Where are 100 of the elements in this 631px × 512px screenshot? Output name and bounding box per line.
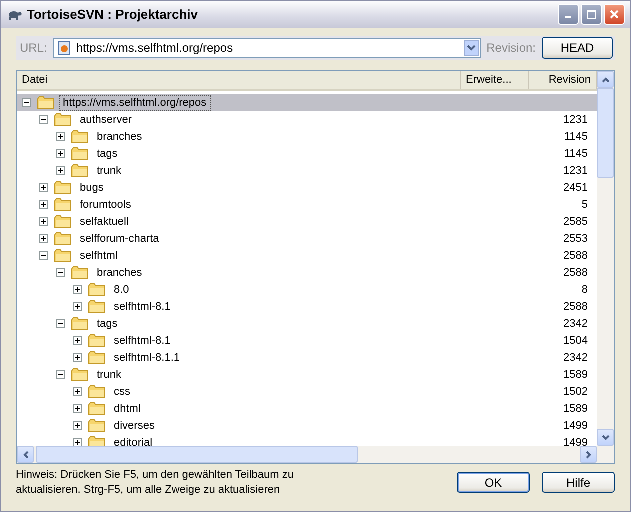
tree-item[interactable]: tags — [94, 146, 121, 160]
tree-item[interactable]: css — [111, 384, 134, 398]
hint-text: Hinweis: Drücken Sie F5, um den gewählten Teilbaum zu aktualisieren. Strg-F5, um alle Zweige zu aktualisieren — [16, 468, 295, 498]
minimize-button[interactable] — [558, 4, 579, 25]
revision-number: 2342 — [562, 352, 589, 364]
tree-item[interactable]: tags — [94, 316, 121, 330]
scroll-right-button[interactable] — [580, 446, 597, 463]
expand-icon[interactable] — [73, 438, 82, 446]
window-title: TortoiseSVN : Projektarchiv — [27, 7, 199, 22]
tree-item[interactable]: editorial — [111, 436, 156, 446]
ok-button[interactable]: OK — [457, 472, 530, 493]
revision-number: 1499 — [562, 436, 589, 446]
folder-icon — [88, 282, 106, 296]
revision-number: 2588 — [562, 300, 589, 312]
revision-number: 2585 — [562, 216, 589, 228]
folder-icon — [88, 300, 106, 314]
tree-item[interactable]: selfhtml-8.1 — [111, 334, 174, 348]
revision-number: 5 — [580, 198, 589, 210]
expand-icon[interactable] — [73, 285, 82, 294]
collapse-icon[interactable] — [56, 319, 65, 328]
scroll-up-button[interactable] — [597, 71, 614, 88]
close-icon — [610, 10, 619, 19]
expand-icon[interactable] — [56, 166, 65, 175]
scroll-down-button[interactable] — [597, 429, 614, 446]
revision-label: Revision: — [486, 41, 536, 55]
horizontal-scrollbar[interactable] — [17, 446, 597, 463]
revision-number: 1231 — [562, 114, 589, 126]
maximize-icon — [587, 10, 596, 19]
turtle-icon — [6, 8, 22, 20]
revision-number: 1231 — [562, 164, 589, 176]
folder-icon — [88, 350, 106, 364]
collapse-icon[interactable] — [56, 268, 65, 277]
url-label: URL: — [20, 41, 48, 55]
tree-item[interactable]: selfaktuell — [77, 214, 132, 228]
expand-icon[interactable] — [39, 217, 48, 226]
folder-icon — [88, 334, 106, 348]
column-header[interactable]: Erweite... — [461, 71, 529, 89]
tree-item[interactable]: authserver — [77, 112, 135, 126]
folder-icon — [54, 180, 72, 194]
tree-item[interactable]: selfhtml-8.1.1 — [111, 350, 184, 364]
expand-icon[interactable] — [73, 387, 82, 396]
expand-icon[interactable] — [73, 353, 82, 362]
folder-icon — [54, 232, 72, 246]
tree-item[interactable]: selfhtml — [77, 248, 121, 262]
expand-icon[interactable] — [73, 302, 82, 311]
folder-icon — [37, 96, 55, 110]
tree-item[interactable]: dhtml — [111, 402, 144, 416]
tree-item[interactable]: https://vms.selfhtml.org/repos — [60, 96, 210, 110]
tree-item[interactable]: trunk — [94, 368, 124, 382]
revision-number: 1499 — [562, 420, 589, 432]
revision-number: 1502 — [562, 386, 589, 398]
folder-icon — [88, 418, 106, 432]
expand-icon[interactable] — [73, 421, 82, 430]
revision-number: 1145 — [563, 148, 589, 160]
folder-icon — [71, 266, 89, 280]
expand-icon[interactable] — [39, 183, 48, 192]
scroll-left-button[interactable] — [17, 446, 34, 463]
revision-number: 1589 — [562, 402, 589, 414]
tree-item[interactable]: selfhtml-8.1 — [111, 300, 174, 314]
expand-icon[interactable] — [39, 234, 48, 243]
head-button[interactable]: HEAD — [542, 37, 613, 59]
collapse-icon[interactable] — [39, 115, 48, 124]
collapse-icon[interactable] — [22, 98, 31, 107]
scroll-thumb[interactable] — [36, 446, 358, 463]
expand-icon[interactable] — [73, 404, 82, 413]
maximize-button[interactable] — [581, 4, 602, 25]
collapse-icon[interactable] — [56, 370, 65, 379]
expand-icon[interactable] — [39, 200, 48, 209]
tree-item[interactable]: selfforum-charta — [77, 232, 162, 246]
folder-icon — [88, 384, 106, 398]
folder-icon — [71, 146, 89, 160]
tree-item[interactable]: trunk — [94, 164, 124, 178]
folder-icon — [88, 436, 106, 446]
help-button[interactable]: Hilfe — [542, 472, 615, 493]
revision-number: 2588 — [562, 266, 589, 278]
column-header[interactable]: Datei — [17, 71, 461, 89]
revision-number: 2553 — [562, 232, 589, 244]
tree-item[interactable]: branches — [94, 130, 146, 144]
revision-number: 2451 — [562, 182, 589, 194]
vertical-scrollbar[interactable] — [597, 71, 614, 463]
expand-icon[interactable] — [73, 336, 82, 345]
collapse-icon[interactable] — [39, 251, 48, 260]
folder-icon — [54, 112, 72, 126]
folder-icon — [71, 368, 89, 382]
expand-icon[interactable] — [56, 132, 65, 141]
tree-item[interactable]: forumtools — [77, 198, 134, 212]
close-button[interactable] — [604, 4, 625, 25]
url-combobox[interactable]: https://vms.selfhtml.org/repos — [53, 38, 481, 58]
folder-icon — [54, 198, 72, 212]
web-page-icon — [58, 41, 72, 55]
tree-item[interactable]: branches — [94, 266, 146, 280]
expand-icon[interactable] — [56, 149, 65, 158]
scroll-thumb[interactable] — [597, 88, 614, 178]
folder-icon — [71, 316, 89, 330]
revision-number: 2588 — [562, 250, 589, 262]
tree-item[interactable]: bugs — [77, 180, 107, 194]
tree-item[interactable]: 8.0 — [111, 282, 132, 296]
revision-number: 1589 — [562, 368, 589, 380]
tree-item[interactable]: diverses — [111, 418, 158, 432]
folder-icon — [54, 248, 72, 262]
